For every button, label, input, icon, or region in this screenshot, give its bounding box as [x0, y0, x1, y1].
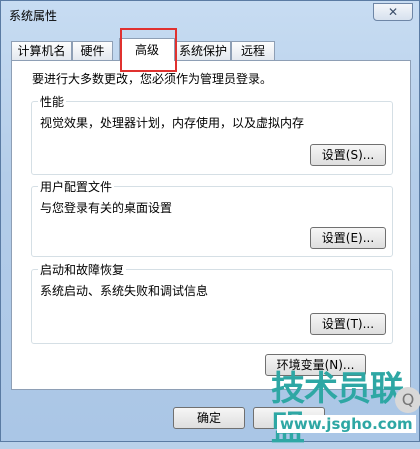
- startup-recovery-group: 启动和故障恢复 系统启动、系统失败和调试信息 设置(T)...: [31, 261, 393, 344]
- tab-remote[interactable]: 远程: [231, 41, 275, 60]
- advanced-tab-panel: 要进行大多数更改，您必须作为管理员登录。 性能 视觉效果，处理器计划，内存使用，…: [11, 60, 411, 390]
- watermark-logo-icon: Q: [395, 387, 420, 413]
- ok-button[interactable]: 确定: [173, 407, 245, 429]
- close-button[interactable]: ✕: [373, 3, 413, 21]
- title-bar[interactable]: 系统属性 ✕: [1, 1, 419, 29]
- performance-group: 性能 视觉效果，处理器计划，内存使用，以及虚拟内存 设置(S)...: [31, 93, 393, 175]
- highlight-box: [120, 28, 177, 72]
- startup-recovery-settings-button[interactable]: 设置(T)...: [310, 313, 386, 335]
- user-profiles-title: 用户配置文件: [38, 178, 115, 195]
- tab-computer-name[interactable]: 计算机名: [11, 41, 72, 60]
- watermark: 技术员联盟 www.jsgho.com Q: [271, 369, 420, 449]
- tab-hardware[interactable]: 硬件: [72, 41, 113, 60]
- performance-description: 视觉效果，处理器计划，内存使用，以及虚拟内存: [40, 116, 305, 130]
- performance-title: 性能: [38, 93, 67, 110]
- startup-recovery-title: 启动和故障恢复: [38, 261, 127, 278]
- user-profiles-group: 用户配置文件 与您登录有关的桌面设置 设置(E)...: [31, 178, 393, 257]
- performance-settings-button[interactable]: 设置(S)...: [310, 144, 386, 166]
- startup-recovery-description: 系统启动、系统失败和调试信息: [40, 284, 209, 298]
- tab-system-protection[interactable]: 系统保护: [175, 41, 231, 60]
- close-icon: ✕: [387, 5, 399, 19]
- user-profiles-description: 与您登录有关的桌面设置: [40, 201, 173, 215]
- watermark-url: www.jsgho.com: [277, 415, 416, 433]
- user-profiles-settings-button[interactable]: 设置(E)...: [310, 227, 386, 249]
- admin-notice: 要进行大多数更改，您必须作为管理员登录。: [32, 72, 273, 86]
- system-properties-window: 系统属性 ✕ 计算机名 硬件 高级 系统保护 远程 要进行大多数更改，您必须作为…: [0, 0, 420, 449]
- window-title: 系统属性: [9, 9, 58, 23]
